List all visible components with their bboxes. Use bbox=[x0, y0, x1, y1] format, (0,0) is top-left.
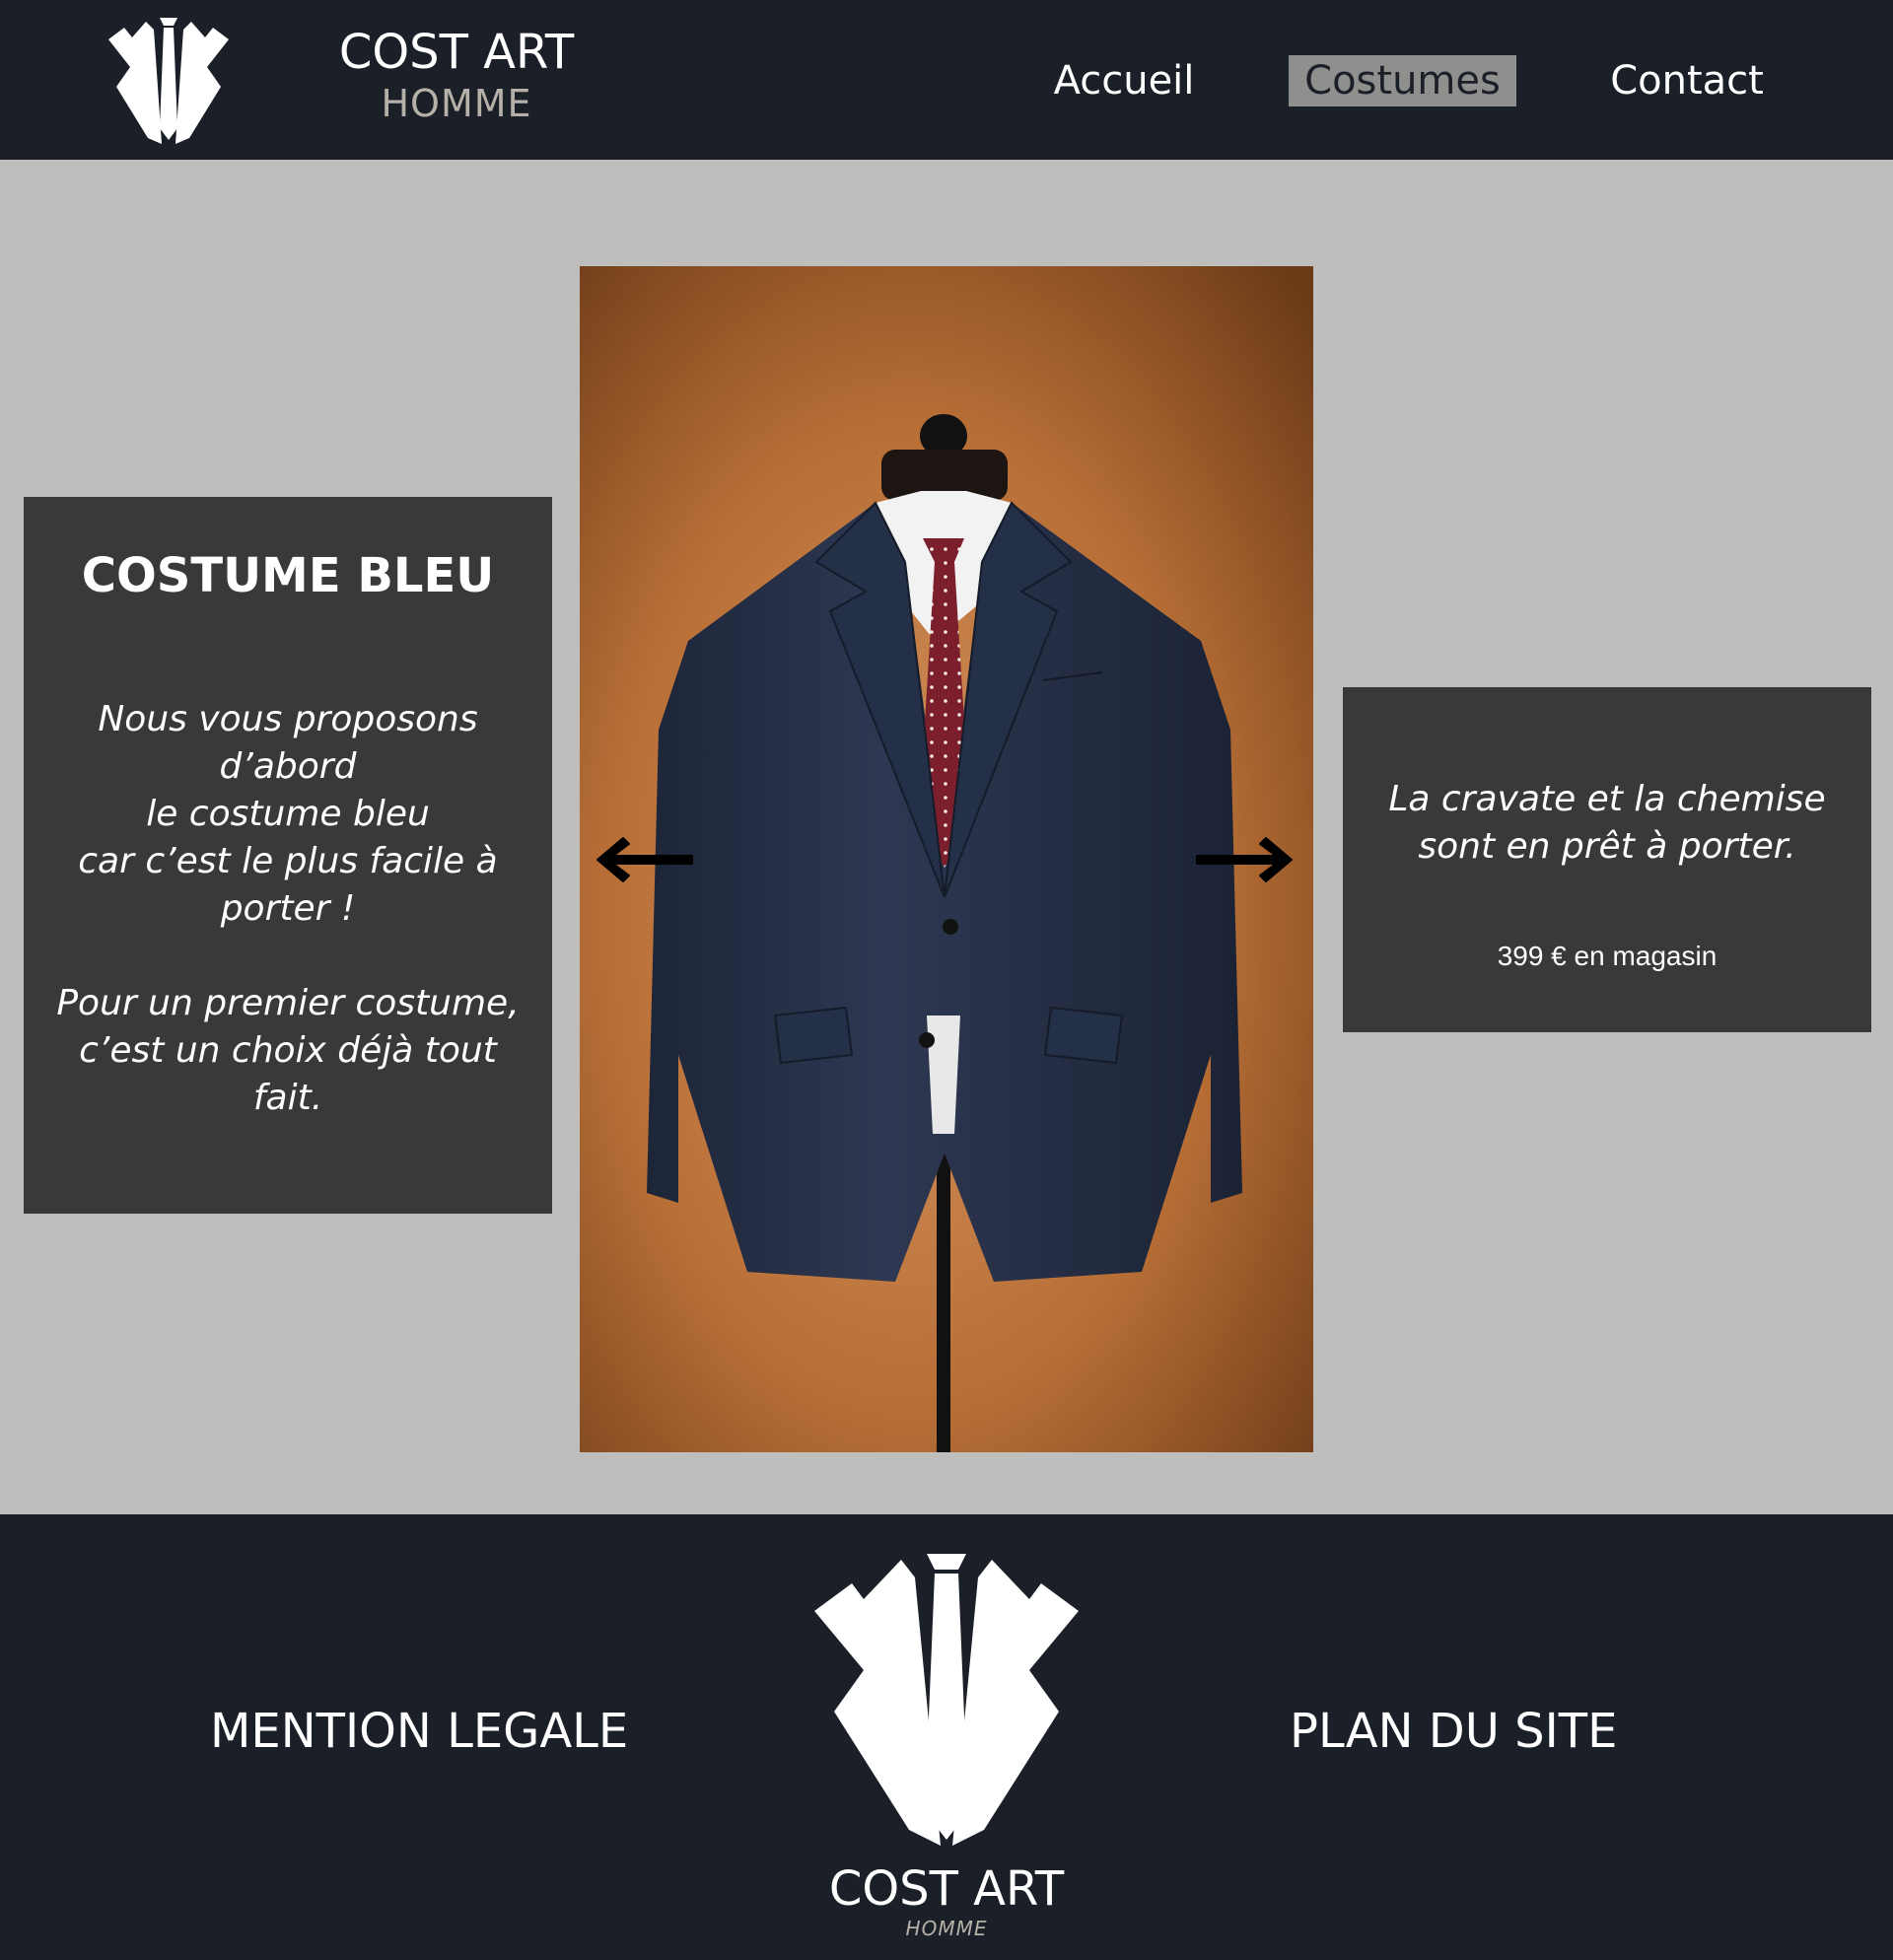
nav-costumes[interactable]: Costumes bbox=[1289, 55, 1516, 106]
product-title: COSTUME BLEU bbox=[81, 548, 495, 603]
description-line: fait. bbox=[252, 1078, 323, 1118]
site-footer: MENTION LEGALE COST ART HOMME PLAN DU SI… bbox=[0, 1514, 1893, 1960]
description-line: d’abord bbox=[219, 746, 357, 787]
description-line: c’est un choix déjà tout bbox=[79, 1030, 497, 1071]
description-line: le costume bleu bbox=[146, 794, 430, 834]
nav-accueil[interactable]: Accueil bbox=[1045, 55, 1203, 106]
description-line: porter ! bbox=[220, 888, 356, 929]
plan-du-site-link[interactable]: PLAN DU SITE bbox=[1290, 1702, 1684, 1761]
site-header: COST ART HOMME Accueil Costumes Contact bbox=[0, 0, 1893, 160]
footer-brand-subtitle: HOMME bbox=[905, 1917, 988, 1940]
brand-logo-text[interactable]: COST ART HOMME bbox=[314, 24, 599, 126]
price-text: 399 € en magasin bbox=[1497, 941, 1718, 971]
side-note-text: La cravate et la chemise sont en prêt à … bbox=[1343, 776, 1871, 871]
description-line: Nous vous proposons bbox=[98, 699, 478, 739]
side-note-line: sont en prêt à porter. bbox=[1418, 826, 1796, 867]
nav-contact[interactable]: Contact bbox=[1603, 55, 1771, 106]
side-note-panel: La cravate et la chemise sont en prêt à … bbox=[1343, 687, 1871, 1032]
product-info-panel: COSTUME BLEU Nous vous proposons d’abord… bbox=[24, 497, 552, 1214]
footer-brand-name: COST ART bbox=[828, 1861, 1065, 1917]
mention-legale-link[interactable]: MENTION LEGALE bbox=[210, 1702, 654, 1761]
description-line: car c’est le plus facile à bbox=[78, 841, 498, 881]
footer-brand[interactable]: COST ART HOMME bbox=[769, 1861, 1124, 1940]
side-note-line: La cravate et la chemise bbox=[1388, 779, 1826, 819]
description-line: Pour un premier costume, bbox=[56, 983, 520, 1023]
brand-name: COST ART bbox=[338, 25, 575, 80]
arrow-right-icon[interactable] bbox=[1193, 834, 1296, 885]
arrow-left-icon[interactable] bbox=[594, 834, 696, 885]
brand-subtitle: HOMME bbox=[381, 82, 532, 125]
tuxedo-logo-icon[interactable] bbox=[106, 18, 231, 148]
product-description: Nous vous proposons d’abord le costume b… bbox=[24, 696, 552, 1122]
tuxedo-logo-icon[interactable] bbox=[814, 1554, 1079, 1850]
